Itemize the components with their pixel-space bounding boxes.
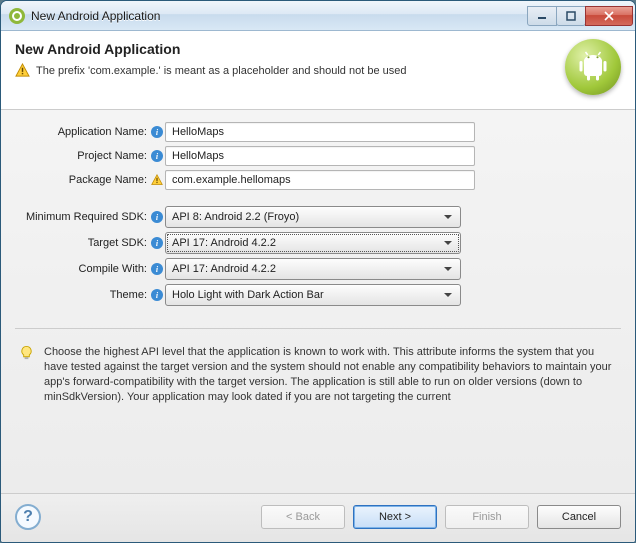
compile-with-select[interactable]: API 17: Android 4.2.2 bbox=[165, 258, 461, 280]
warning-icon bbox=[15, 63, 30, 78]
minimize-icon bbox=[537, 11, 547, 21]
wizard-content: Application Name: i Project Name: i Pack… bbox=[1, 110, 635, 493]
wizard-footer: ? < Back Next > Finish Cancel bbox=[1, 493, 635, 542]
header-warning: The prefix 'com.example.' is meant as a … bbox=[15, 63, 555, 78]
info-icon: i bbox=[151, 289, 163, 301]
theme-label: Theme: bbox=[15, 289, 149, 301]
text-fields-group: Application Name: i Project Name: i Pack… bbox=[15, 122, 621, 194]
lightbulb-icon bbox=[19, 345, 34, 360]
warning-icon bbox=[151, 174, 163, 186]
info-icon: i bbox=[151, 126, 163, 138]
target-sdk-select[interactable]: API 17: Android 4.2.2 bbox=[165, 232, 461, 254]
maximize-button[interactable] bbox=[556, 6, 586, 26]
target-sdk-value: API 17: Android 4.2.2 bbox=[172, 237, 276, 249]
dialog-window: New Android Application New Android Appl… bbox=[0, 0, 636, 543]
tip-text: Choose the highest API level that the ap… bbox=[44, 345, 617, 404]
info-icon: i bbox=[151, 150, 163, 162]
window-title: New Android Application bbox=[31, 9, 528, 23]
compile-with-label: Compile With: bbox=[15, 263, 149, 275]
select-fields-group: Minimum Required SDK: i API 8: Android 2… bbox=[15, 206, 621, 310]
help-button[interactable]: ? bbox=[15, 504, 41, 530]
minimize-button[interactable] bbox=[527, 6, 557, 26]
tip-box: Choose the highest API level that the ap… bbox=[15, 337, 621, 408]
titlebar[interactable]: New Android Application bbox=[1, 1, 635, 31]
close-button[interactable] bbox=[585, 6, 633, 26]
android-logo-icon bbox=[565, 39, 621, 95]
page-title: New Android Application bbox=[15, 41, 555, 57]
min-sdk-label: Minimum Required SDK: bbox=[15, 211, 149, 223]
theme-select[interactable]: Holo Light with Dark Action Bar bbox=[165, 284, 461, 306]
package-name-label: Package Name: bbox=[15, 174, 149, 186]
theme-value: Holo Light with Dark Action Bar bbox=[172, 289, 324, 301]
min-sdk-value: API 8: Android 2.2 (Froyo) bbox=[172, 211, 299, 223]
info-icon: i bbox=[151, 211, 163, 223]
info-icon: i bbox=[151, 237, 163, 249]
application-name-input[interactable] bbox=[165, 122, 475, 142]
target-sdk-label: Target SDK: bbox=[15, 237, 149, 249]
project-name-input[interactable] bbox=[165, 146, 475, 166]
project-name-label: Project Name: bbox=[15, 150, 149, 162]
next-button[interactable]: Next > bbox=[353, 505, 437, 529]
package-name-input[interactable] bbox=[165, 170, 475, 190]
window-controls bbox=[528, 6, 633, 26]
header-warning-text: The prefix 'com.example.' is meant as a … bbox=[36, 65, 406, 77]
separator bbox=[15, 328, 621, 329]
maximize-icon bbox=[566, 11, 576, 21]
back-button[interactable]: < Back bbox=[261, 505, 345, 529]
close-icon bbox=[604, 11, 614, 21]
info-icon: i bbox=[151, 263, 163, 275]
app-icon bbox=[9, 8, 25, 24]
application-name-label: Application Name: bbox=[15, 126, 149, 138]
min-sdk-select[interactable]: API 8: Android 2.2 (Froyo) bbox=[165, 206, 461, 228]
wizard-header: New Android Application The prefix 'com.… bbox=[1, 31, 635, 110]
compile-with-value: API 17: Android 4.2.2 bbox=[172, 263, 276, 275]
cancel-button[interactable]: Cancel bbox=[537, 505, 621, 529]
finish-button[interactable]: Finish bbox=[445, 505, 529, 529]
